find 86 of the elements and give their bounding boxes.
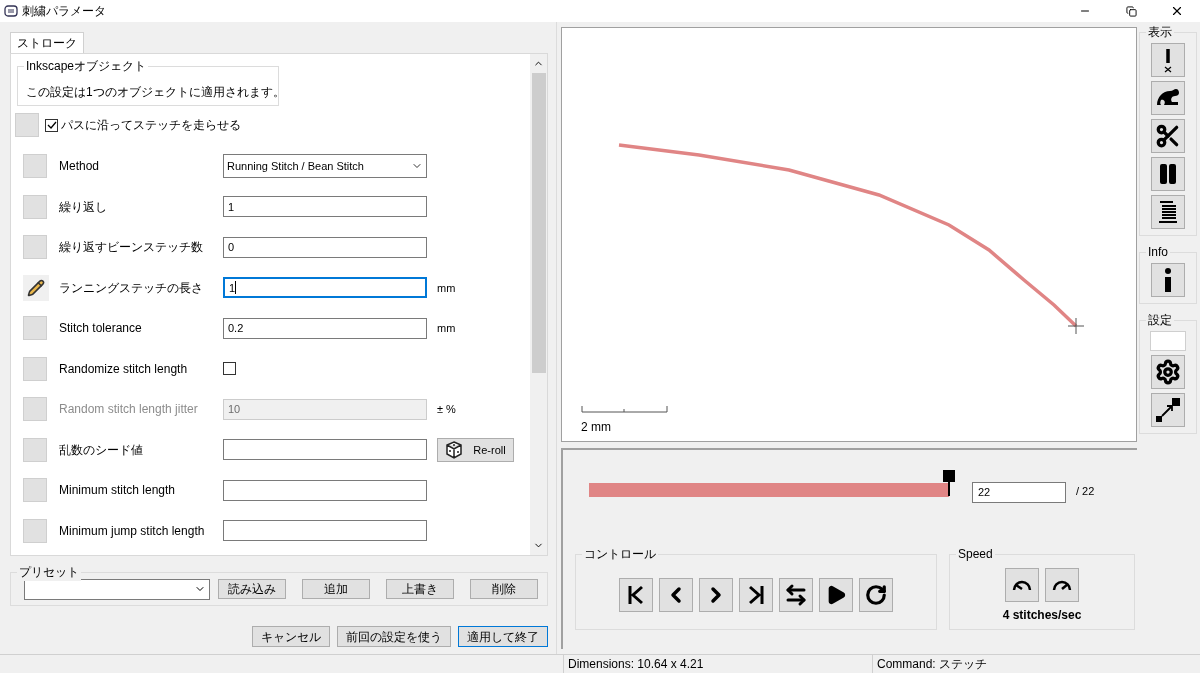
resize-icon bbox=[1154, 396, 1182, 424]
restart-button[interactable] bbox=[859, 578, 893, 612]
input-field[interactable] bbox=[223, 520, 427, 542]
window-title: 刺繍パラメータ bbox=[22, 3, 106, 20]
warning-button[interactable] bbox=[1151, 43, 1185, 77]
dialog-button[interactable]: 前回の設定を使う bbox=[337, 626, 451, 647]
skip-to-end-icon bbox=[746, 584, 766, 606]
info-text: この設定は1つのオブジェクトに適用されます。 bbox=[26, 84, 285, 100]
param-label: 繰り返し bbox=[59, 198, 108, 216]
input-field[interactable]: 0.2 bbox=[223, 317, 427, 339]
frog-button[interactable] bbox=[1151, 81, 1185, 115]
group-title: Inkscapeオブジェクト bbox=[24, 58, 149, 74]
param-label: Randomize stitch length bbox=[59, 360, 189, 378]
play-button[interactable] bbox=[819, 578, 853, 612]
slow-gauge-icon bbox=[1011, 578, 1033, 592]
group-title: プリセット bbox=[17, 563, 81, 581]
input-field[interactable]: 1 bbox=[223, 196, 427, 218]
trim-button[interactable] bbox=[1151, 119, 1185, 153]
param-label: Random stitch length jitter bbox=[59, 401, 199, 419]
dialog-button[interactable]: 適用して終了 bbox=[458, 626, 548, 647]
fast-gauge-icon bbox=[1051, 578, 1073, 592]
slider-thumb[interactable] bbox=[943, 470, 955, 496]
resize-button[interactable] bbox=[1151, 393, 1185, 427]
settings-button[interactable] bbox=[1151, 355, 1185, 389]
app-icon bbox=[4, 4, 18, 18]
tab[interactable]: ストローク bbox=[10, 32, 84, 53]
faster-button[interactable] bbox=[1045, 568, 1079, 602]
stitch-slider[interactable] bbox=[589, 470, 954, 500]
param-label: 乱数のシード値 bbox=[59, 441, 144, 459]
checkbox[interactable] bbox=[45, 118, 58, 132]
dialog-button[interactable]: キャンセル bbox=[252, 626, 330, 647]
input-field[interactable] bbox=[223, 479, 427, 501]
checkbox-label: パスに沿ってステッチを走らせる bbox=[61, 117, 241, 134]
first-stitch-button[interactable] bbox=[619, 578, 653, 612]
swap-arrows-icon bbox=[784, 583, 808, 607]
close-icon bbox=[1170, 4, 1184, 18]
next-button[interactable] bbox=[699, 578, 733, 612]
stop-button[interactable] bbox=[1151, 157, 1185, 191]
last-stitch-button[interactable] bbox=[739, 578, 773, 612]
preset-button[interactable]: 削除 bbox=[470, 579, 538, 599]
param-label: Stitch tolerance bbox=[59, 320, 143, 338]
input-field[interactable] bbox=[223, 439, 427, 461]
color-swatch[interactable] bbox=[1150, 331, 1186, 351]
slower-button[interactable] bbox=[1005, 568, 1039, 602]
group-title: 表示 bbox=[1146, 23, 1174, 41]
info-icon bbox=[1164, 268, 1172, 292]
reroll-button[interactable]: Re-roll bbox=[437, 437, 514, 462]
info-button[interactable] bbox=[1151, 263, 1185, 297]
param-label: Minimum stitch length bbox=[59, 482, 177, 500]
dice-icon bbox=[445, 440, 464, 459]
scissors-icon bbox=[1155, 123, 1181, 149]
stitch-number-field[interactable]: 22 bbox=[972, 481, 1066, 503]
param-label: Minimum jump stitch length bbox=[59, 522, 206, 540]
rotate-icon bbox=[865, 584, 887, 606]
checkbox[interactable] bbox=[223, 362, 236, 376]
preset-dropdown[interactable] bbox=[24, 578, 210, 600]
unit-label: mm bbox=[437, 321, 456, 336]
preset-button[interactable]: 読み込み bbox=[218, 579, 286, 599]
color-change-button[interactable] bbox=[1151, 195, 1185, 229]
preset-button[interactable]: 追加 bbox=[302, 579, 370, 599]
check-icon bbox=[46, 120, 57, 130]
settings-icon bbox=[1155, 359, 1181, 385]
param-label: ランニングステッチの長さ bbox=[59, 279, 204, 297]
input-field[interactable]: 0 bbox=[223, 236, 427, 258]
stitch-total: / 22 bbox=[1076, 483, 1095, 499]
param-label: Method bbox=[59, 158, 101, 176]
scale-label: 2 mm bbox=[581, 419, 611, 436]
speed-text: 4 stitches/sec bbox=[1002, 607, 1082, 624]
command-text: Command: ステッチ bbox=[872, 655, 1200, 673]
text-cursor bbox=[235, 281, 237, 295]
spool-icon bbox=[1156, 199, 1180, 225]
previous-button[interactable] bbox=[659, 578, 693, 612]
input-field[interactable]: 1 bbox=[223, 277, 427, 299]
scrollbar[interactable] bbox=[530, 54, 547, 555]
direction-swap-button[interactable] bbox=[779, 578, 813, 612]
pencil-icon[interactable] bbox=[23, 274, 49, 301]
param-label: 繰り返すビーンステッチ数 bbox=[59, 239, 204, 257]
dimensions-text: Dimensions: 10.64 x 4.21 bbox=[563, 655, 872, 673]
method-dropdown[interactable]: Running Stitch / Bean Stitch bbox=[223, 154, 427, 179]
unit-label: ± % bbox=[437, 402, 456, 417]
restore-icon bbox=[1125, 5, 1137, 17]
preset-button[interactable]: 上書き bbox=[386, 579, 454, 599]
group-title: 設定 bbox=[1146, 311, 1174, 329]
skip-to-start-icon bbox=[626, 584, 646, 606]
unit-label: mm bbox=[437, 280, 456, 296]
scrollbar-thumb[interactable] bbox=[531, 73, 546, 373]
